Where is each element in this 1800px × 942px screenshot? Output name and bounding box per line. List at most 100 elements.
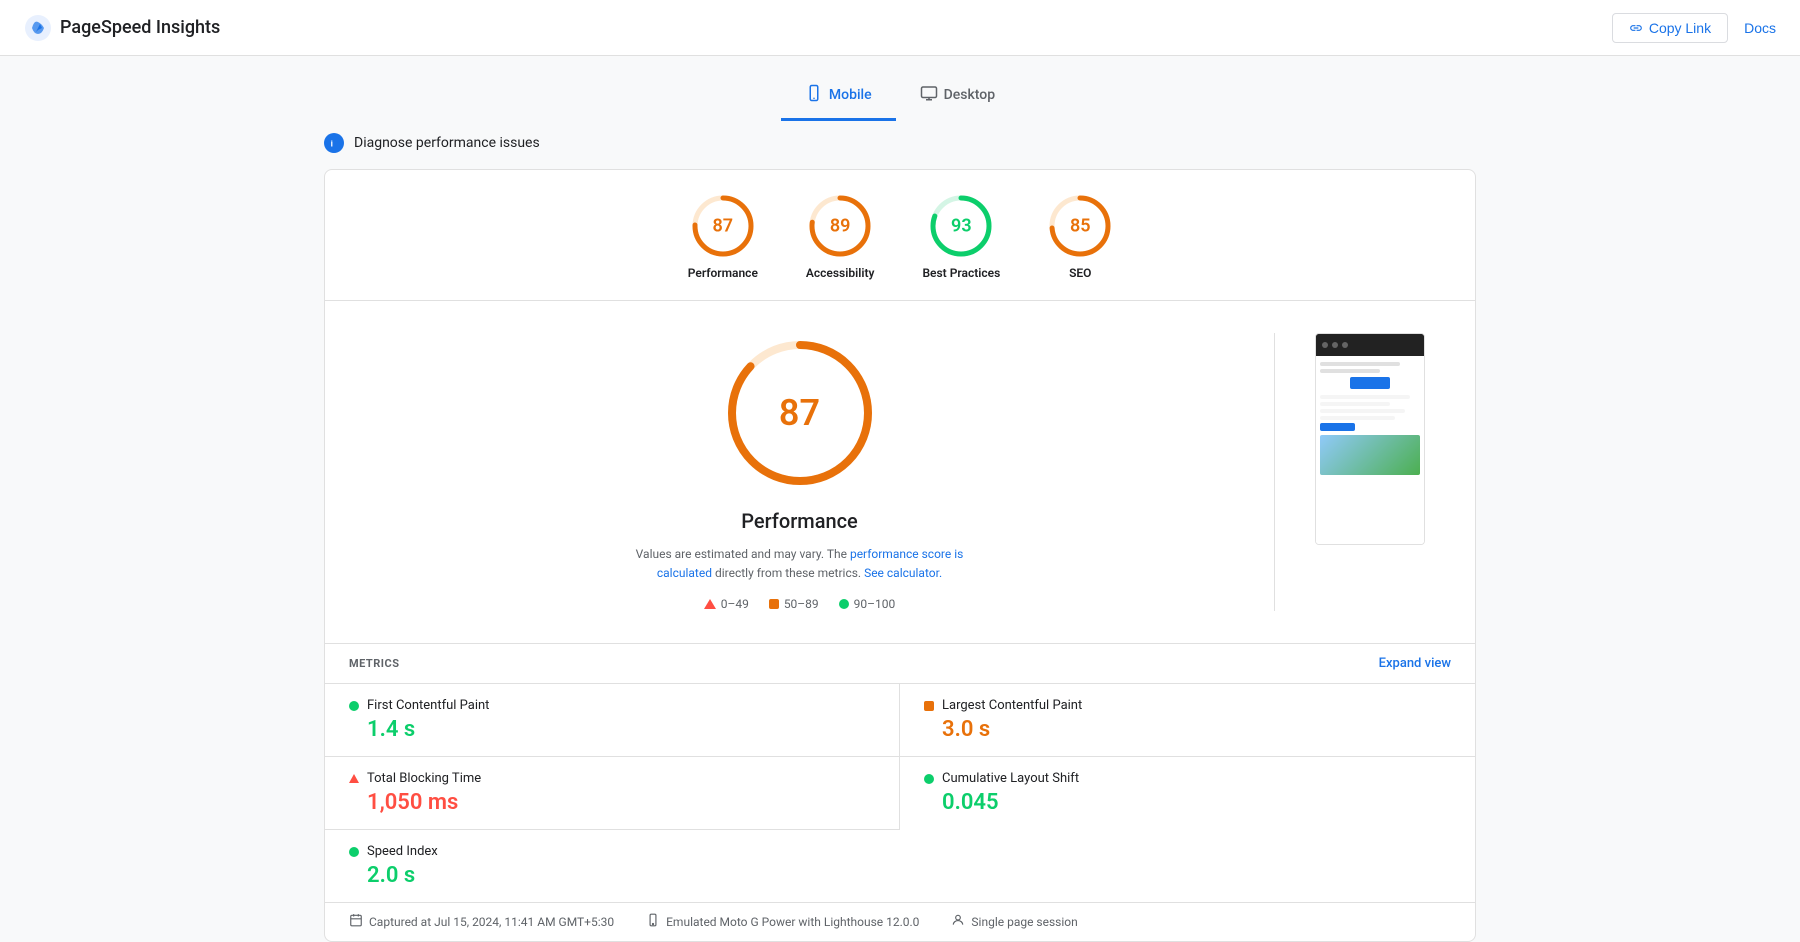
accessibility-score-value: 89 xyxy=(830,216,851,237)
metric-fcp-value: 1.4 s xyxy=(349,717,875,742)
tab-mobile-label: Mobile xyxy=(829,87,872,103)
device-text: Emulated Moto G Power with Lighthouse 12… xyxy=(666,915,919,929)
diagnose-banner[interactable]: i Diagnose performance issues xyxy=(324,121,1476,169)
best-practices-label: Best Practices xyxy=(922,266,1000,280)
ss-nav-line xyxy=(1320,362,1400,366)
legend-orange-icon xyxy=(769,599,779,609)
metric-cls-indicator xyxy=(924,774,934,784)
main-content: Mobile Desktop i Diagnose performance is… xyxy=(300,56,1500,942)
legend-red: 0–49 xyxy=(704,597,749,611)
tab-mobile[interactable]: Mobile xyxy=(781,72,896,121)
link-icon xyxy=(1629,21,1643,35)
score-card: 87 Performance 89 Accessibility xyxy=(324,169,1476,942)
legend-green: 90–100 xyxy=(839,597,896,611)
browser-dot-1 xyxy=(1322,342,1328,348)
ss-text-3 xyxy=(1320,409,1405,413)
metric-lcp-indicator xyxy=(924,701,934,711)
ss-cta-button xyxy=(1350,377,1390,389)
metric-cls: Cumulative Layout Shift 0.045 xyxy=(900,756,1475,829)
device-tabs: Mobile Desktop xyxy=(324,56,1476,121)
performance-label: Performance xyxy=(688,266,758,280)
metric-si: Speed Index 2.0 s xyxy=(325,829,900,902)
accessibility-circle: 89 xyxy=(808,194,872,258)
vertical-divider xyxy=(1274,333,1275,611)
performance-circle: 87 xyxy=(691,194,755,258)
metric-si-indicator xyxy=(349,847,359,857)
ss-button-2 xyxy=(1320,423,1355,431)
performance-description: Values are estimated and may vary. The p… xyxy=(610,545,990,583)
browser-dot-2 xyxy=(1332,342,1338,348)
metric-si-name-row: Speed Index xyxy=(349,844,876,859)
best-practices-circle: 93 xyxy=(929,194,993,258)
seo-circle: 85 xyxy=(1048,194,1112,258)
device-icon xyxy=(646,913,660,931)
copy-link-button[interactable]: Copy Link xyxy=(1612,13,1728,43)
metric-cls-value: 0.045 xyxy=(924,790,1451,815)
metric-fcp: First Contentful Paint 1.4 s xyxy=(325,683,900,756)
score-item-best-practices[interactable]: 93 Best Practices xyxy=(922,194,1000,280)
mobile-icon xyxy=(805,84,823,106)
ss-line-2 xyxy=(1320,369,1380,373)
screenshot-preview xyxy=(1315,333,1425,545)
metric-si-name: Speed Index xyxy=(367,844,438,859)
seo-score-value: 85 xyxy=(1070,216,1091,237)
legend-red-label: 0–49 xyxy=(721,597,749,611)
screenshot-content xyxy=(1316,356,1424,544)
metric-lcp-value: 3.0 s xyxy=(924,717,1451,742)
ss-image xyxy=(1320,435,1420,475)
metrics-grid: First Contentful Paint 1.4 s Largest Con… xyxy=(325,683,1475,902)
detail-section: 87 Performance Values are estimated and … xyxy=(325,301,1475,643)
big-performance-score: 87 xyxy=(779,392,820,434)
legend-green-label: 90–100 xyxy=(854,597,896,611)
metrics-header: METRICS Expand view xyxy=(325,644,1475,683)
metric-tbt-name: Total Blocking Time xyxy=(367,771,481,786)
captured-at-text: Captured at Jul 15, 2024, 11:41 AM GMT+5… xyxy=(369,915,614,929)
screenshot-browser-bar xyxy=(1316,334,1424,356)
diagnose-icon: i xyxy=(324,133,344,153)
ss-text-2 xyxy=(1320,402,1390,406)
svg-text:i: i xyxy=(331,139,333,149)
metric-tbt-name-row: Total Blocking Time xyxy=(349,771,875,786)
legend-green-icon xyxy=(839,599,849,609)
legend-red-icon xyxy=(704,599,716,609)
best-practices-score-value: 93 xyxy=(951,216,972,237)
metric-tbt-value: 1,050 ms xyxy=(349,790,875,815)
pagespeed-logo-icon xyxy=(24,14,52,42)
metric-tbt: Total Blocking Time 1,050 ms xyxy=(325,756,900,829)
desktop-icon xyxy=(920,84,938,106)
metrics-title: METRICS xyxy=(349,657,399,670)
browser-dot-3 xyxy=(1342,342,1348,348)
metric-lcp-name: Largest Contentful Paint xyxy=(942,698,1082,713)
score-item-accessibility[interactable]: 89 Accessibility xyxy=(806,194,875,280)
screenshot-area xyxy=(1315,333,1435,545)
copy-link-label: Copy Link xyxy=(1649,20,1711,36)
expand-view-button[interactable]: Expand view xyxy=(1379,656,1451,671)
big-performance-circle: 87 xyxy=(720,333,880,493)
desc-mid: directly from these metrics. xyxy=(712,566,864,580)
calculator-link[interactable]: See calculator. xyxy=(864,566,942,580)
logo: PageSpeed Insights xyxy=(24,14,220,42)
score-summary: 87 Performance 89 Accessibility xyxy=(325,170,1475,301)
docs-button[interactable]: Docs xyxy=(1744,20,1776,36)
ss-text-1 xyxy=(1320,395,1410,399)
score-item-seo[interactable]: 85 SEO xyxy=(1048,194,1112,280)
desc-text: Values are estimated and may vary. The xyxy=(636,547,850,561)
screenshot-inner xyxy=(1316,334,1424,544)
metrics-section: METRICS Expand view First Contentful Pai… xyxy=(325,643,1475,941)
tab-desktop[interactable]: Desktop xyxy=(896,72,1019,121)
diagnose-label: Diagnose performance issues xyxy=(354,135,540,151)
session-text: Single page session xyxy=(971,915,1077,929)
score-item-performance[interactable]: 87 Performance xyxy=(688,194,758,280)
footer-device: Emulated Moto G Power with Lighthouse 12… xyxy=(646,913,919,931)
legend: 0–49 50–89 90–100 xyxy=(704,597,896,611)
metric-cls-name: Cumulative Layout Shift xyxy=(942,771,1079,786)
ss-text-4 xyxy=(1320,416,1395,420)
header-actions: Copy Link Docs xyxy=(1612,13,1776,43)
footer-captured: Captured at Jul 15, 2024, 11:41 AM GMT+5… xyxy=(349,913,614,931)
performance-title: Performance xyxy=(741,509,858,533)
metric-fcp-name: First Contentful Paint xyxy=(367,698,489,713)
metric-lcp-name-row: Largest Contentful Paint xyxy=(924,698,1451,713)
metric-fcp-name-row: First Contentful Paint xyxy=(349,698,875,713)
calendar-icon xyxy=(349,913,363,931)
metric-lcp: Largest Contentful Paint 3.0 s xyxy=(900,683,1475,756)
